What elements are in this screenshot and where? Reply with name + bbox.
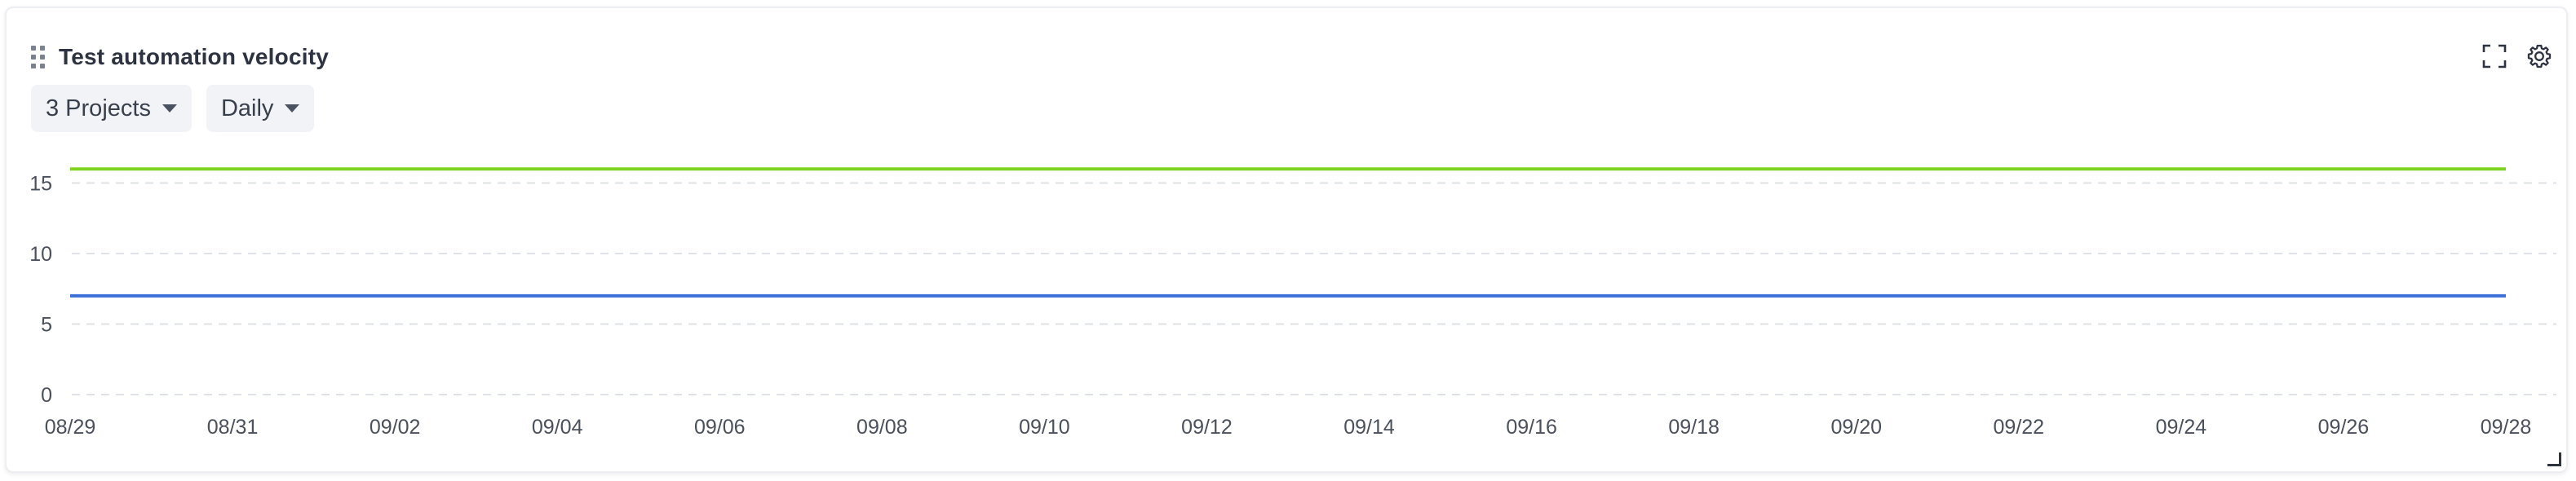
line-chart: 0 5 10 15 08/29 08/31 09/02 09/04 09/06 09/08 09/1… — [29, 167, 2556, 439]
x-tick-label: 09/14 — [1343, 416, 1395, 439]
x-tick-label: 09/06 — [694, 416, 746, 439]
x-tick-label: 09/24 — [2156, 416, 2207, 439]
widget-card: Test automation velocity 3 Projects Dail… — [5, 7, 2568, 473]
y-tick-label: 0 — [41, 384, 52, 407]
y-tick-label: 5 — [41, 314, 52, 337]
x-tick-label: 08/31 — [207, 416, 259, 439]
x-tick-label: 09/28 — [2481, 416, 2532, 439]
x-tick-label: 09/12 — [1181, 416, 1233, 439]
x-tick-label: 08/29 — [45, 416, 96, 439]
x-tick-label: 09/18 — [1668, 416, 1720, 439]
x-tick-label: 09/16 — [1506, 416, 1557, 439]
x-tick-label: 09/10 — [1019, 416, 1070, 439]
x-tick-label: 09/20 — [1830, 416, 1882, 439]
resize-handle-icon[interactable] — [2547, 452, 2561, 466]
x-tick-label: 09/26 — [2318, 416, 2370, 439]
x-tick-label: 09/08 — [856, 416, 908, 439]
x-tick-label: 09/04 — [532, 416, 583, 439]
x-tick-label: 09/22 — [1994, 416, 2045, 439]
x-tick-label: 09/02 — [370, 416, 421, 439]
y-tick-label: 10 — [29, 243, 52, 266]
y-tick-label: 15 — [29, 173, 52, 196]
